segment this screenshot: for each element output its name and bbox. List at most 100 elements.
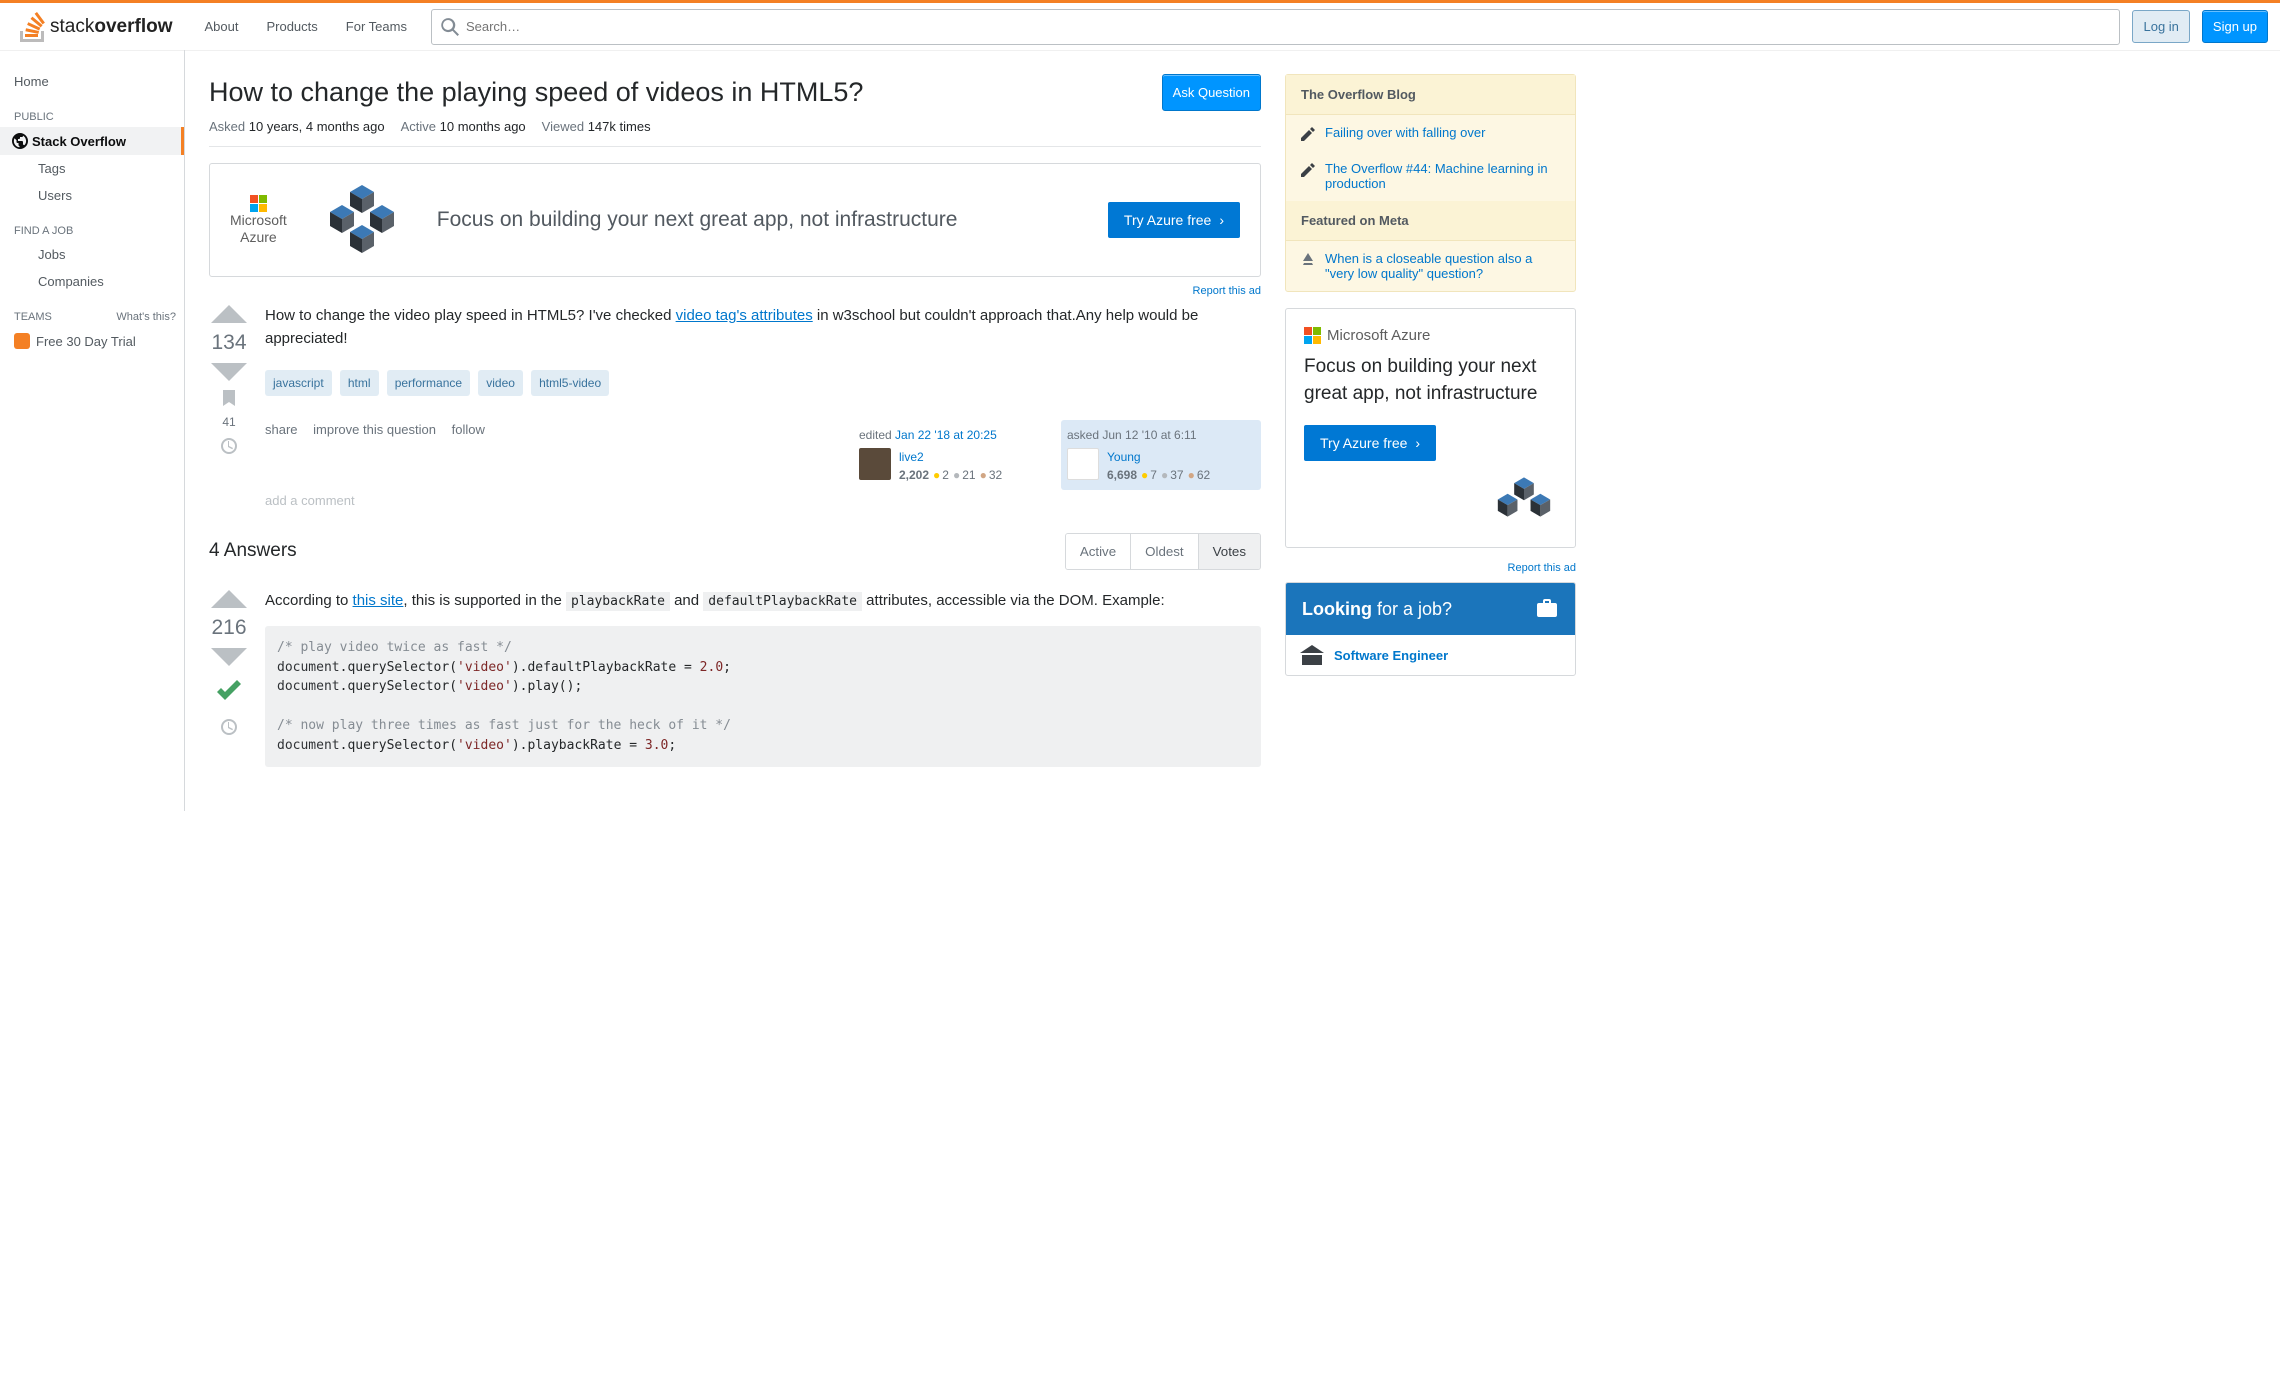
jobs-head: Looking for a job?	[1286, 583, 1575, 635]
asker-name[interactable]: Young	[1107, 450, 1141, 464]
top-nav: About Products For Teams	[192, 13, 418, 40]
code-playbackrate: playbackRate	[566, 592, 670, 611]
code-defaultplaybackrate: defaultPlaybackRate	[703, 592, 862, 611]
add-comment-link[interactable]: add a comment	[265, 493, 355, 508]
sidebar-home[interactable]: Home	[0, 74, 184, 95]
nav-products[interactable]: Products	[254, 13, 329, 40]
whats-this-link[interactable]: What's this?	[116, 311, 176, 323]
editor-name[interactable]: live2	[899, 450, 924, 464]
search-container	[431, 9, 2121, 45]
this-site-link[interactable]: this site	[353, 592, 404, 609]
question-header: How to change the playing speed of video…	[209, 74, 1261, 147]
side-ad[interactable]: Microsoft Azure Focus on building your n…	[1285, 308, 1576, 548]
vote-score: 134	[211, 331, 246, 355]
company-icon	[1300, 645, 1324, 665]
bookmark-count: 41	[222, 415, 235, 429]
asked-value: 10 years, 4 months ago	[249, 119, 385, 134]
vote-column: 134 41	[209, 305, 249, 513]
microsoft-icon	[1304, 327, 1321, 344]
banner-ad[interactable]: MicrosoftAzure Focus on building your ne…	[209, 163, 1261, 277]
accepted-check-icon	[211, 674, 247, 710]
answer-score: 216	[211, 616, 246, 640]
sidebar-jobs[interactable]: Jobs	[0, 241, 184, 268]
share-link[interactable]: share	[265, 422, 298, 437]
editor-card: edited Jan 22 '18 at 20:25 live2 2,20222…	[853, 420, 1053, 490]
post-actions: share improve this question follow	[265, 420, 497, 440]
pencil-icon	[1301, 163, 1315, 177]
banner-brand: MicrosoftAzure	[230, 195, 287, 246]
editor-avatar[interactable]	[859, 448, 891, 480]
meta-item-1[interactable]: When is a closeable question also a "ver…	[1325, 251, 1560, 281]
follow-link[interactable]: follow	[452, 422, 485, 437]
side-ad-cta[interactable]: Try Azure free›	[1304, 425, 1436, 461]
nav-teams[interactable]: For Teams	[334, 13, 419, 40]
search-input[interactable]	[431, 9, 2121, 45]
answer-downvote[interactable]	[211, 648, 247, 666]
left-sidebar: Home PUBLIC Stack Overflow Tags Users FI…	[0, 50, 185, 811]
sort-active[interactable]: Active	[1066, 534, 1130, 569]
sort-votes[interactable]: Votes	[1198, 534, 1260, 569]
nav-about[interactable]: About	[192, 13, 250, 40]
blog-item-2[interactable]: The Overflow #44: Machine learning in pr…	[1325, 161, 1560, 191]
side-report-ad[interactable]: Report this ad	[1508, 562, 1576, 574]
answer-upvote[interactable]	[211, 590, 247, 608]
side-ad-brand: Microsoft Azure	[1304, 327, 1557, 344]
banner-cta[interactable]: Try Azure free›	[1108, 202, 1240, 238]
body-link[interactable]: video tag's attributes	[676, 307, 813, 324]
tag-html5-video[interactable]: html5-video	[531, 370, 609, 396]
answer-body: According to this site, this is supporte…	[265, 590, 1261, 768]
teams-icon	[14, 333, 30, 349]
history-icon[interactable]	[220, 437, 238, 455]
ask-question-button[interactable]: Ask Question	[1162, 74, 1261, 111]
sidebar-tags[interactable]: Tags	[0, 155, 184, 182]
bookmark-icon[interactable]	[220, 389, 238, 407]
blog-item-1[interactable]: Failing over with falling over	[1325, 125, 1485, 141]
meta-heading: Featured on Meta	[1286, 201, 1575, 241]
job-title[interactable]: Software Engineer	[1334, 648, 1448, 663]
active-value: 10 months ago	[440, 119, 526, 134]
pencil-icon	[1301, 127, 1315, 141]
tag-performance[interactable]: performance	[387, 370, 470, 396]
editor-rep: 2,20222132	[899, 466, 1002, 484]
report-ad-link[interactable]: Report this ad	[1193, 285, 1261, 297]
sidebar-users[interactable]: Users	[0, 182, 184, 209]
cubes-icon	[1479, 471, 1569, 541]
meta-icon	[1301, 253, 1315, 267]
tag-html[interactable]: html	[340, 370, 379, 396]
viewed-label: Viewed	[542, 119, 584, 134]
viewed-value: 147k times	[588, 119, 651, 134]
asker-avatar[interactable]	[1067, 448, 1099, 480]
asked-label: Asked	[209, 119, 245, 134]
asker-rep: 6,69873762	[1107, 466, 1210, 484]
edit-time[interactable]: Jan 22 '18 at 20:25	[895, 428, 997, 442]
sidebar-stackoverflow[interactable]: Stack Overflow	[0, 127, 184, 155]
sort-tabs: Active Oldest Votes	[1065, 533, 1261, 570]
sidebar-heading-public: PUBLIC	[0, 95, 184, 127]
signup-button[interactable]: Sign up	[2202, 10, 2268, 43]
main-content: How to change the playing speed of video…	[185, 50, 1285, 811]
sort-oldest[interactable]: Oldest	[1130, 534, 1198, 569]
sidebar-companies[interactable]: Companies	[0, 268, 184, 295]
sidebar-free-trial[interactable]: Free 30 Day Trial	[0, 327, 184, 355]
active-label: Active	[401, 119, 436, 134]
downvote-button[interactable]	[211, 363, 247, 381]
search-icon	[441, 18, 459, 36]
briefcase-icon	[1535, 597, 1559, 621]
microsoft-icon	[250, 195, 267, 212]
answers-count: 4 Answers	[209, 540, 297, 562]
tag-video[interactable]: video	[478, 370, 523, 396]
question-title: How to change the playing speed of video…	[209, 74, 1146, 110]
sidebar-teams-row: TEAMS What's this?	[0, 295, 184, 327]
login-button[interactable]: Log in	[2132, 10, 2189, 43]
job-item[interactable]: Software Engineer	[1286, 635, 1575, 675]
tag-javascript[interactable]: javascript	[265, 370, 332, 396]
answer-history-icon[interactable]	[220, 718, 238, 736]
sidebar-heading-teams: TEAMS	[14, 311, 52, 323]
blog-heading: The Overflow Blog	[1286, 75, 1575, 115]
answer-vote-column: 216	[209, 590, 249, 768]
upvote-button[interactable]	[211, 305, 247, 323]
improve-link[interactable]: improve this question	[313, 422, 436, 437]
logo[interactable]: stackoverflow	[12, 12, 180, 42]
chevron-right-icon: ›	[1415, 435, 1420, 451]
banner-text: Focus on building your next great app, n…	[437, 206, 1088, 233]
